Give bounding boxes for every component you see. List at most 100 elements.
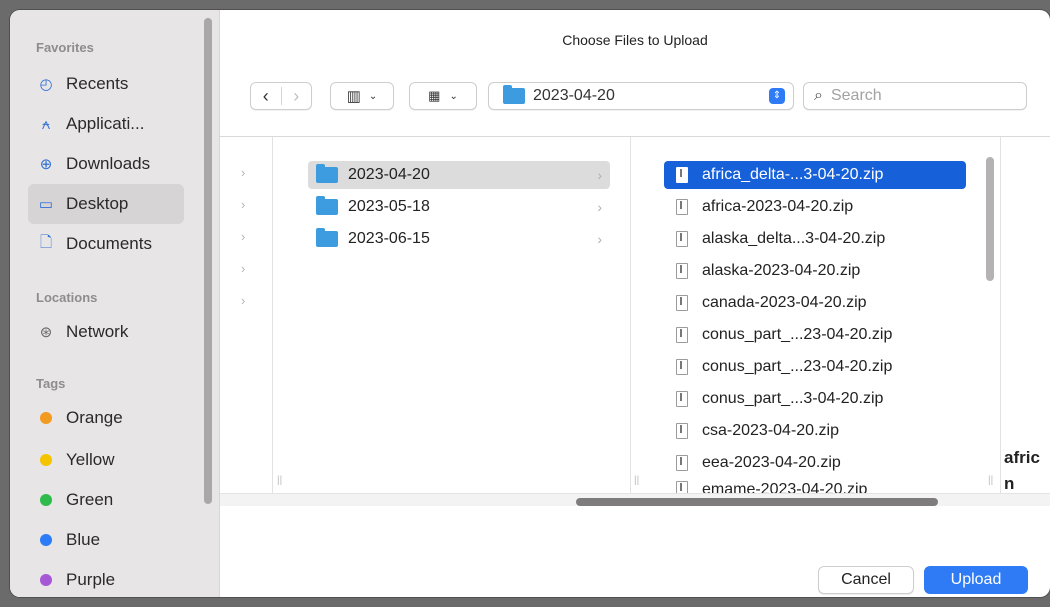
column-resize-handle[interactable]: || (634, 475, 639, 486)
column-divider[interactable] (630, 137, 631, 506)
sidebar-item-network[interactable]: ⊛ Network (28, 312, 184, 352)
folder-icon (316, 228, 338, 247)
tag-color-dot (40, 534, 52, 546)
search-icon: ⌕ (814, 87, 823, 104)
file-row[interactable]: conus_part_...23-04-20.zip (664, 321, 966, 349)
chevron-right-icon: › (293, 86, 300, 106)
sidebar-scrollbar[interactable] (204, 18, 212, 504)
folder-name: 2023-06-15 (348, 230, 430, 247)
column-resize-handle[interactable]: || (277, 475, 282, 486)
sidebar-tag-green[interactable]: Green (28, 480, 184, 520)
column-browser: › › › › › || 2023-04-20 › 2023-05-18 › 2… (220, 136, 1050, 506)
sidebar-item-label: Yellow (66, 450, 115, 469)
file-row[interactable]: alaska_delta...3-04-20.zip (664, 225, 966, 253)
folder-icon (503, 85, 525, 104)
sidebar-item-label: Applicati... (66, 114, 145, 133)
sidebar-item-desktop[interactable]: ▭ Desktop (28, 184, 184, 224)
applications-icon: ⍲ (41, 115, 51, 133)
tag-color-dot (40, 454, 52, 466)
back-button[interactable]: ‹ (251, 83, 281, 109)
file-row[interactable]: csa-2023-04-20.zip (664, 417, 966, 445)
zip-file-icon (676, 391, 688, 407)
sidebar-item-documents[interactable]: 🗋 Documents (28, 224, 184, 264)
sidebar-tag-orange[interactable]: Orange (28, 398, 184, 438)
file-row[interactable]: canada-2023-04-20.zip (664, 289, 966, 317)
sidebar: Favorites ◴ Recents ⍲ Applicati... ⊕ Dow… (10, 10, 220, 597)
sidebar-item-applications[interactable]: ⍲ Applicati... (28, 104, 184, 144)
download-icon: ⊕ (39, 156, 53, 173)
sidebar-section-favorites: Favorites (36, 40, 94, 55)
folder-icon (316, 196, 338, 215)
zip-file-icon (676, 359, 688, 375)
file-row[interactable]: africa_delta-...3-04-20.zip (664, 161, 966, 189)
file-name: canada-2023-04-20.zip (702, 294, 867, 311)
upload-button[interactable]: Upload (924, 566, 1028, 594)
zip-file-icon (676, 263, 688, 279)
sidebar-item-label: Documents (66, 234, 152, 253)
chevron-right-icon: › (597, 231, 602, 247)
sidebar-item-label: Desktop (66, 194, 129, 213)
file-row[interactable]: africa-2023-04-20.zip (664, 193, 966, 221)
sidebar-item-label: Network (66, 322, 129, 341)
sidebar-item-label: Recents (66, 74, 129, 93)
sidebar-section-tags: Tags (36, 376, 66, 391)
search-field[interactable]: ⌕ Search (803, 82, 1027, 110)
file-row[interactable]: conus_part_...23-04-20.zip (664, 353, 966, 381)
folder-name: 2023-04-20 (348, 166, 430, 183)
dialog-title: Choose Files to Upload (562, 32, 708, 48)
file-list-scrollbar[interactable] (986, 157, 994, 281)
sidebar-tag-purple[interactable]: Purple (28, 560, 184, 597)
column-divider[interactable] (1000, 137, 1001, 506)
chevron-down-icon: ⌄ (368, 90, 378, 102)
forward-button[interactable]: › (281, 83, 311, 109)
search-placeholder: Search (830, 87, 882, 104)
tag-color-dot (40, 494, 52, 506)
folder-row[interactable]: 2023-04-20 › (308, 161, 610, 189)
horizontal-scrollbar[interactable] (576, 498, 938, 506)
chevron-right-icon: › (241, 165, 246, 180)
path-popup-button[interactable]: 2023-04-20 ⇕ (488, 82, 794, 110)
column-divider[interactable] (272, 137, 273, 506)
chevron-right-icon: › (241, 197, 246, 212)
zip-file-icon (676, 327, 688, 343)
column-resize-handle[interactable]: || (988, 475, 993, 486)
file-row[interactable]: eea-2023-04-20.zip (664, 449, 966, 477)
preview-line: afric (1004, 448, 1040, 467)
file-name: africa-2023-04-20.zip (702, 198, 854, 215)
tag-color-dot (40, 574, 52, 586)
folder-icon (316, 164, 338, 183)
file-name: csa-2023-04-20.zip (702, 422, 839, 439)
path-label: 2023-04-20 (533, 87, 615, 104)
file-name: alaska-2023-04-20.zip (702, 262, 861, 279)
chevron-right-icon: › (597, 199, 602, 215)
grid-icon: ▦ (428, 88, 440, 103)
file-name: conus_part_...3-04-20.zip (702, 390, 884, 407)
sidebar-tag-yellow[interactable]: Yellow (28, 440, 184, 480)
sidebar-item-label: Downloads (66, 154, 151, 173)
sidebar-item-recents[interactable]: ◴ Recents (28, 64, 184, 104)
group-by-button[interactable]: ▦ ⌄ (409, 82, 477, 110)
sidebar-item-downloads[interactable]: ⊕ Downloads (28, 144, 184, 184)
zip-file-icon (676, 167, 688, 183)
cancel-button[interactable]: Cancel (818, 566, 914, 594)
sidebar-item-label: Blue (66, 530, 101, 549)
clock-icon: ◴ (39, 76, 53, 93)
back-forward-control: ‹ › (250, 82, 312, 110)
sidebar-tag-blue[interactable]: Blue (28, 520, 184, 560)
preview-filename: afric n (1004, 445, 1040, 497)
file-row[interactable]: conus_part_...3-04-20.zip (664, 385, 966, 413)
file-name: conus_part_...23-04-20.zip (702, 326, 893, 343)
column-view-icon: ▥ (346, 88, 361, 105)
zip-file-icon (676, 295, 688, 311)
document-icon: 🗋 (39, 233, 53, 251)
globe-icon: ⊛ (39, 324, 53, 341)
file-row[interactable]: alaska-2023-04-20.zip (664, 257, 966, 285)
popup-stepper-icon: ⇕ (769, 88, 785, 104)
chevron-right-icon: › (241, 293, 246, 308)
folder-row[interactable]: 2023-05-18 › (308, 193, 610, 221)
tag-color-dot (40, 412, 52, 424)
view-mode-button[interactable]: ▥ ⌄ (330, 82, 394, 110)
chevron-right-icon: › (241, 229, 246, 244)
folder-row[interactable]: 2023-06-15 › (308, 225, 610, 253)
file-name: conus_part_...23-04-20.zip (702, 358, 893, 375)
